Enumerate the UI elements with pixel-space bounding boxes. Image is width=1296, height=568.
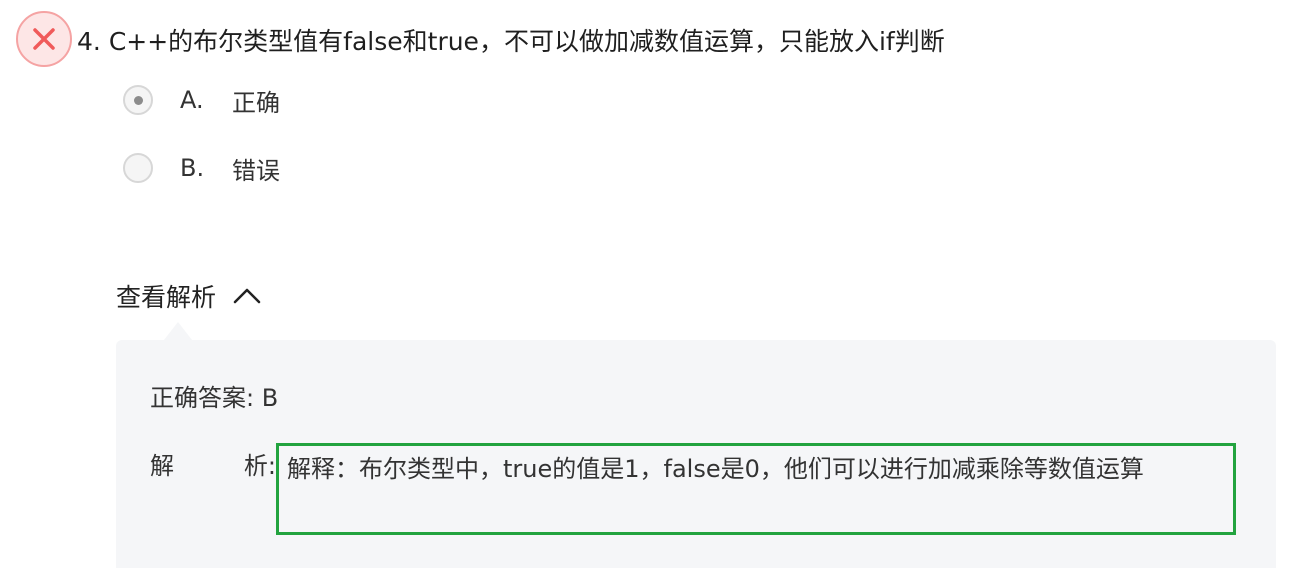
question-text: C++的布尔类型值有false和true，不可以做加减数值运算，只能放入if判断 [108,27,945,56]
question-page: 4. C++的布尔类型值有false和true，不可以做加减数值运算，只能放入i… [0,0,1296,568]
close-icon [33,28,55,50]
view-analysis-label: 查看解析 [116,283,217,312]
correct-answer-label: 正确答案: [150,384,255,412]
option-b-label: 错误 [232,156,280,185]
chevron-up-icon [233,288,261,304]
option-a-label: 正确 [232,88,280,117]
view-analysis-toggle[interactable]: 查看解析 [116,276,262,316]
explanation-label-second: 析: [243,452,276,480]
panel-pointer [164,322,192,340]
option-b-radio[interactable] [123,153,153,183]
incorrect-result-badge [16,11,72,67]
explanation-label-first: 解 [150,452,174,480]
explanation-text: 解释：布尔类型中，true的值是1，false是0，他们可以进行加减乘除等数值运… [276,443,1236,535]
explanation-label: 解 析: [150,446,276,486]
correct-answer-value: B [261,384,279,412]
question-number: 4. [77,27,101,56]
option-b[interactable]: B. 错误 [123,150,280,186]
option-b-key: B. [180,154,205,182]
option-a[interactable]: A. 正确 [123,82,280,118]
option-a-radio[interactable] [123,85,153,115]
correct-answer-row: 正确答案: B [150,378,278,418]
option-a-key: A. [180,86,204,114]
question-title: 4. C++的布尔类型值有false和true，不可以做加减数值运算，只能放入i… [77,22,945,62]
radio-selected-dot [133,95,143,105]
